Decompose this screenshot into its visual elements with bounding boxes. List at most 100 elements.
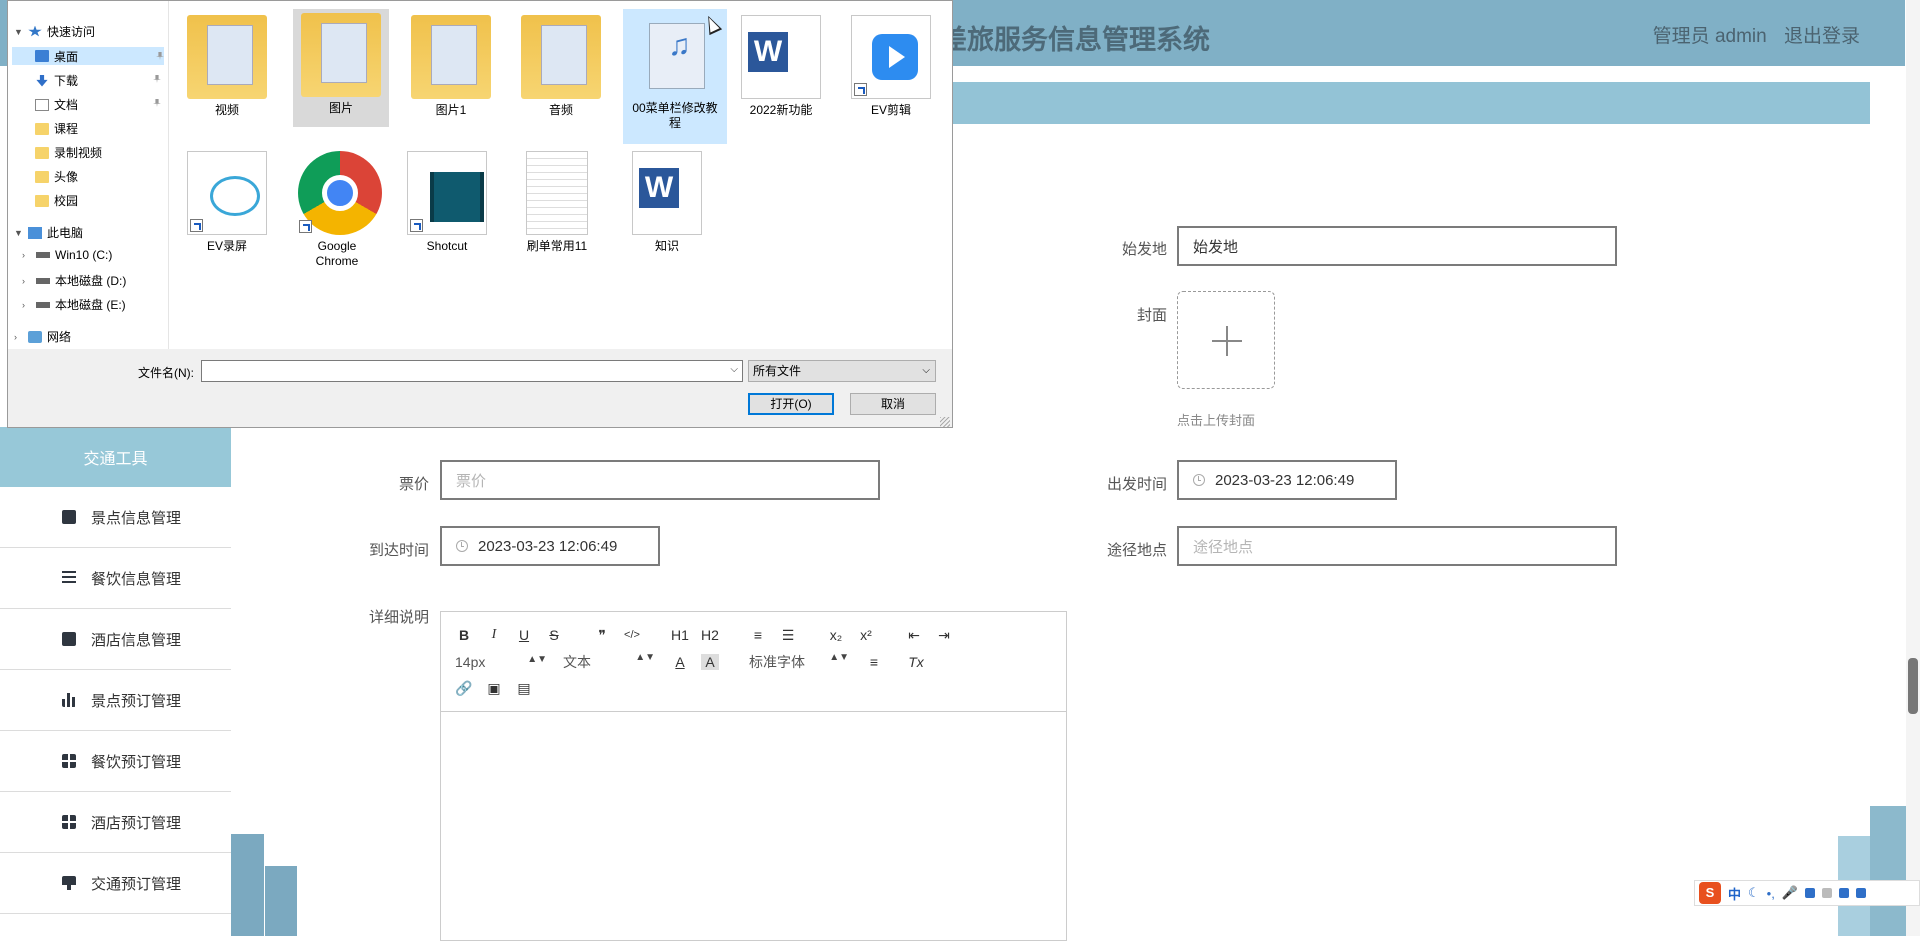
header-select[interactable]: 文本 ▲▼ [563,652,655,672]
open-button[interactable]: 打开(O) [748,393,834,415]
nav-drive-d[interactable]: › 本地磁盘 (D:) [22,272,126,289]
file-item[interactable]: Google Chrome [289,147,385,269]
header-select-value: 文本 [563,654,591,670]
nav-label: 快速访问 [47,25,96,39]
word-file-icon: W [632,151,702,235]
user-icon[interactable] [1822,888,1833,898]
resize-grip[interactable] [940,417,950,427]
link-button[interactable]: 🔗 [455,680,473,697]
sidebar-item-label: 餐饮信息管理 [91,570,182,588]
font-family-select[interactable]: 标准字体 ▲▼ [749,652,849,672]
cancel-button[interactable]: 取消 [850,393,936,415]
punctuation-icon[interactable]: •, [1767,886,1775,901]
sidebar-item-hotel-info[interactable]: 酒店信息管理 [0,609,231,670]
skin-icon[interactable] [1839,888,1850,898]
font-color-button[interactable]: A [671,654,689,670]
sidebar-item-food-info[interactable]: 餐饮信息管理 [0,548,231,609]
nav-quick-access[interactable]: ▼ 快速访问 [14,23,95,40]
file-item[interactable]: 视频 [179,11,275,118]
superscript-button[interactable]: x² [857,627,875,643]
file-item[interactable]: 刷单常用11 [509,147,605,254]
logout-link[interactable]: 退出登录 [1784,26,1860,47]
grid-menu-icon[interactable] [1856,888,1867,898]
sidebar-item-scenic-info[interactable]: 景点信息管理 [0,487,231,548]
file-item[interactable]: Shotcut [399,147,495,254]
background-color-button[interactable]: A [701,654,719,670]
image-button[interactable]: ▣ [485,680,503,697]
bold-button[interactable]: B [455,627,473,643]
file-item[interactable]: W 2022新功能 [733,11,829,118]
folder-icon [301,13,381,97]
scrollbar-thumb[interactable] [1908,658,1918,714]
nav-folder-avatar[interactable]: 头像 [35,168,78,185]
price-input[interactable]: 票价 [440,460,880,500]
blockquote-button[interactable]: ❞ [593,627,611,644]
moon-icon[interactable]: ☾ [1748,885,1760,901]
sidebar-item-transport[interactable]: 交通工具 [0,427,231,487]
cover-upload[interactable] [1177,291,1275,389]
dialog-nav-pane[interactable]: ▼ 快速访问 桌面 下载 文档 课程 录制视频 头像 校园 ▼ 此电脑 › Win10… [8,1,169,349]
align-button[interactable]: ≡ [865,654,883,670]
ime-mode-toggle[interactable]: 中 [1728,884,1741,903]
nav-desktop[interactable]: 桌面 [12,47,164,65]
file-item[interactable]: EV剪辑 [843,11,939,118]
sidebar-item-food-booking[interactable]: 餐饮预订管理 [0,731,231,792]
clear-format-button[interactable]: Tx [907,654,925,670]
sidebar-item-hotel-booking[interactable]: 酒店预订管理 [0,792,231,853]
chevron-down-icon[interactable]: ⌵ [730,364,738,375]
file-item[interactable]: 图片 [293,9,389,127]
arrive-time-label: 到达时间 [368,542,429,559]
drive-icon [36,277,50,284]
folder-icon [35,146,49,159]
editor-content-area[interactable] [441,712,1066,942]
arrive-time-picker[interactable]: 2023-03-23 12:06:49 [440,526,660,566]
nav-label: Win10 (C:) [55,248,113,262]
route-input[interactable]: 途径地点 [1177,526,1617,566]
italic-button[interactable]: I [485,627,503,643]
nav-folder-courses[interactable]: 课程 [35,120,78,137]
word-icon: W [639,168,679,208]
origin-input[interactable]: 始发地 [1177,226,1617,266]
chevron-right-icon: › [22,250,25,260]
nav-this-pc[interactable]: ▼ 此电脑 [14,224,83,241]
sidebar-item-transport-booking[interactable]: 交通预订管理 [0,853,231,914]
ime-toolbar[interactable]: S 中 ☾ •, 🎤 [1694,880,1920,906]
folder-icon [411,15,491,99]
nav-network[interactable]: › 网络 [14,328,71,345]
h1-button[interactable]: H1 [671,627,689,643]
origin-label: 始发地 [1121,241,1167,258]
video-button[interactable]: ▤ [515,680,533,697]
filename-input[interactable]: ⌵ [201,360,743,382]
filetype-select[interactable]: 所有文件 ⌵ [748,360,936,382]
nav-folder-campus[interactable]: 校园 [35,192,78,209]
h2-button[interactable]: H2 [701,627,719,643]
page-scrollbar[interactable] [1906,0,1920,936]
code-button[interactable]: </> [623,629,641,641]
bullet-list-button[interactable]: ☰ [779,627,797,644]
file-item[interactable]: 图片1 [403,11,499,118]
strike-button[interactable]: S [545,627,563,643]
underline-button[interactable]: U [515,627,533,643]
nav-drive-e[interactable]: › 本地磁盘 (E:) [22,296,126,313]
nav-folder-recordings[interactable]: 录制视频 [35,144,102,161]
file-item[interactable]: W 知识 [619,147,715,254]
nav-documents[interactable]: 文档 [35,96,163,113]
sidebar-item-label: 景点信息管理 [91,509,182,527]
sidebar-item-label: 酒店信息管理 [91,631,182,649]
font-size-select[interactable]: 14px ▲▼ [455,654,547,670]
nav-drive-c[interactable]: › Win10 (C:) [22,248,112,262]
file-item[interactable]: 音频 [513,11,609,118]
nav-downloads[interactable]: 下载 [35,72,163,89]
file-open-dialog: ▼ 快速访问 桌面 下载 文档 课程 录制视频 头像 校园 ▼ 此电脑 › Win10… [7,0,953,428]
outdent-button[interactable]: ⇤ [905,627,923,644]
microphone-icon[interactable]: 🎤 [1782,885,1798,901]
depart-time-picker[interactable]: 2023-03-23 12:06:49 [1177,460,1397,500]
sidebar-item-label: 餐饮预订管理 [91,753,182,771]
subscript-button[interactable]: x₂ [827,627,845,643]
ordered-list-button[interactable]: ≡ [749,627,767,643]
file-item[interactable]: EV录屏 [179,147,275,254]
indent-button[interactable]: ⇥ [935,627,953,644]
sogou-logo-icon: S [1699,882,1721,904]
sidebar-item-scenic-booking[interactable]: 景点预订管理 [0,670,231,731]
keyboard-icon[interactable] [1805,888,1816,898]
